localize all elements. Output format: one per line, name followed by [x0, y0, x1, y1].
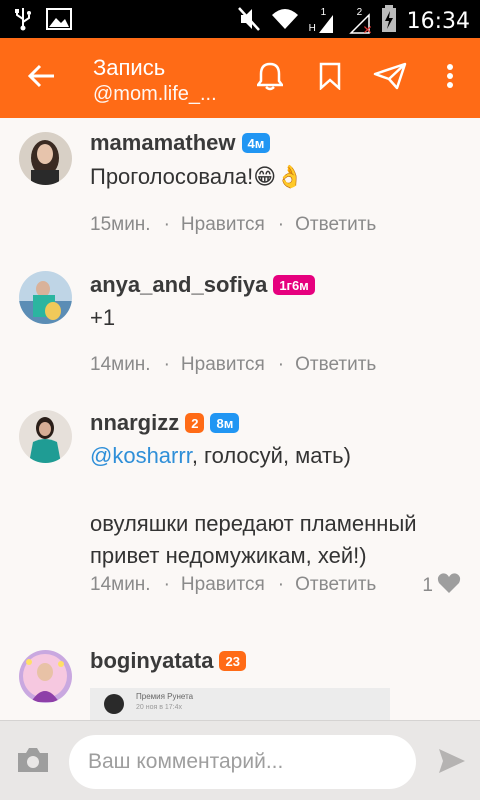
level-badge: 23	[219, 651, 246, 671]
comment-meta: 15мин. · Нравится · Ответить	[90, 214, 376, 236]
header-title-block: Запись @mom.life_...	[93, 55, 233, 107]
comment-header: anya_and_sofiya 1г6м	[90, 272, 315, 298]
comment-text-part: , голосуй, мать)	[191, 443, 351, 468]
username[interactable]: nnargizz	[90, 410, 179, 436]
wifi-icon	[271, 7, 299, 36]
comment-meta: 14мин. · Нравится · Ответить	[90, 354, 376, 376]
heart-icon	[437, 572, 461, 600]
separator-dot: ·	[163, 354, 170, 375]
more-options-button[interactable]	[432, 60, 468, 96]
avatar[interactable]	[19, 132, 72, 185]
send-icon	[437, 749, 467, 779]
status-badge: 1г6м	[273, 275, 315, 295]
comment-feed[interactable]: mamamathew 4м Проголосовала!😁👌 15мин. · …	[0, 118, 480, 720]
like-button[interactable]: Нравится	[181, 214, 265, 236]
likes-count: 1	[422, 575, 433, 596]
preview-title: Премия Рунета	[136, 692, 194, 701]
bookmark-button[interactable]	[312, 60, 348, 96]
avatar[interactable]	[19, 410, 72, 463]
comment-text: Проголосовала!😁👌	[90, 164, 304, 189]
share-button[interactable]	[372, 60, 408, 96]
notifications-button[interactable]	[252, 60, 288, 96]
no-signal-x-icon: ✕	[362, 22, 373, 37]
clock: 16:34	[406, 9, 470, 34]
attach-photo-button[interactable]	[16, 745, 52, 777]
comment-header: mamamathew 4м	[90, 130, 271, 156]
comment-header: nnargizz 2 8м	[90, 410, 240, 436]
mention-link[interactable]: @kosharrr	[90, 443, 192, 468]
separator-dot: ·	[277, 574, 285, 595]
separator-dot: ·	[163, 214, 170, 235]
status-badge: 4м	[241, 133, 271, 153]
username[interactable]: boginyatata	[90, 648, 213, 674]
avatar[interactable]	[19, 271, 72, 324]
arrow-left-icon	[27, 64, 56, 93]
reply-button[interactable]: Ответить	[295, 214, 376, 236]
comment-text: +1	[90, 305, 116, 330]
status-bar: H 1 2 ✕ 16:34	[0, 0, 480, 38]
status-badge: 8м	[210, 413, 240, 433]
comment-time: 14мин.	[90, 574, 151, 595]
preview-subtitle: 20 ноя в 17:4x	[136, 704, 183, 711]
battery-charging-icon	[381, 5, 397, 38]
reply-button[interactable]: Ответить	[295, 574, 376, 596]
sim1-signal-icon: H 1	[309, 7, 335, 35]
username[interactable]: anya_and_sofiya	[90, 272, 267, 298]
send-button[interactable]	[437, 747, 467, 777]
separator-dot: ·	[163, 574, 170, 595]
like-button[interactable]: Нравится	[181, 574, 265, 596]
image-icon	[46, 8, 72, 35]
image-attachment[interactable]: Премия Рунета 20 ноя в 17:4x	[90, 688, 390, 720]
page-title: Запись	[93, 55, 166, 80]
separator-dot: ·	[277, 354, 285, 375]
comment-text: @kosharrr, голосуй, мать)	[90, 440, 470, 472]
avatar[interactable]	[19, 650, 72, 703]
username[interactable]: mamamathew	[90, 130, 236, 156]
separator-dot: ·	[277, 214, 285, 235]
page-subtitle: @mom.life_...	[93, 83, 217, 105]
comment-input-bar	[0, 720, 480, 800]
comment-time: 14мин.	[90, 354, 151, 375]
camera-icon	[16, 748, 50, 779]
sim2-signal-icon: 2 ✕	[345, 7, 373, 37]
comment-header: boginyatata 23	[90, 648, 246, 674]
app-header: Запись @mom.life_...	[0, 38, 480, 118]
comment-meta: 14мин. · Нравится · Ответить	[90, 574, 376, 596]
more-vert-icon	[446, 63, 454, 94]
comment-text-line2: овуляшки передают пламенный привет недом…	[90, 511, 417, 568]
likes-counter[interactable]: 1	[422, 572, 461, 600]
preview-logo	[104, 694, 124, 714]
send-plane-icon	[373, 62, 407, 95]
comment-time: 15мин.	[90, 214, 151, 235]
bell-icon	[255, 61, 285, 96]
back-button[interactable]	[24, 60, 60, 96]
comment-input[interactable]	[69, 735, 416, 789]
usb-icon	[14, 7, 32, 36]
level-badge: 2	[185, 413, 205, 433]
like-button[interactable]: Нравится	[181, 354, 265, 376]
mute-icon	[237, 6, 261, 37]
reply-button[interactable]: Ответить	[295, 354, 376, 376]
bookmark-icon	[319, 62, 341, 95]
